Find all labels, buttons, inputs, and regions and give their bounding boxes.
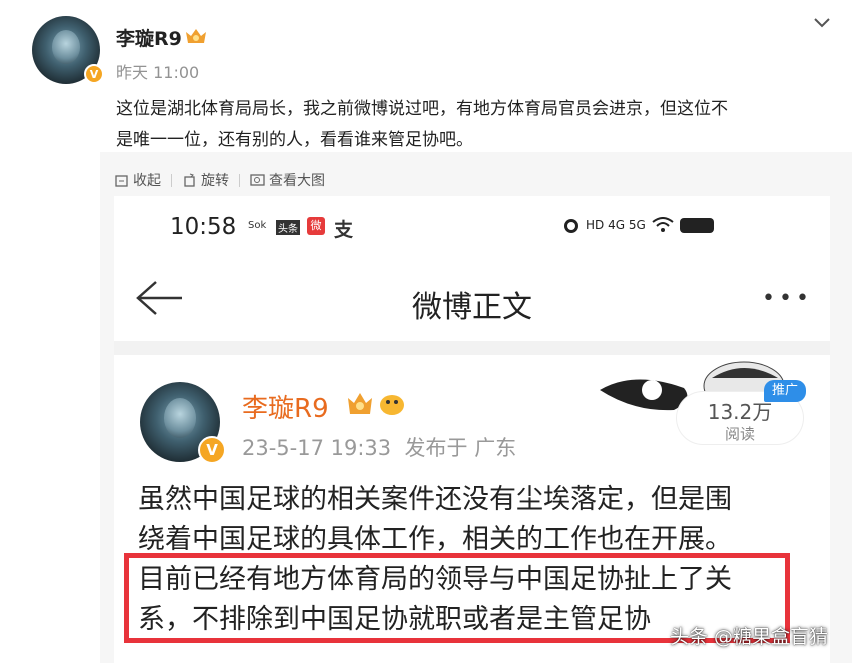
watermark: 头条 @糖果盒盲猜 (670, 626, 829, 648)
post-time: 23-5-17 19:33 (242, 436, 392, 460)
collapse-label: 收起 (133, 173, 161, 189)
post-datetime: 23-5-17 19:33 发布于 广东 (242, 432, 516, 462)
view-large-label: 查看大图 (269, 173, 325, 189)
post-author-avatar[interactable]: V (140, 382, 226, 464)
promote-button[interactable]: 推广 (764, 380, 806, 402)
post-location: 发布于 广东 (404, 436, 517, 460)
chevron-down-icon[interactable] (812, 16, 832, 30)
avatar-image (52, 30, 80, 64)
status-right-icons: HD 4G 5G (562, 216, 714, 234)
verified-badge-icon: V (84, 64, 104, 84)
avatar-image (164, 398, 196, 438)
status-icon-alipay: 支 (334, 219, 354, 241)
divider (171, 173, 172, 187)
view-large-button[interactable]: 查看大图 (250, 170, 325, 190)
status-icon-weibo: 微 (307, 217, 325, 235)
battery-icon (679, 217, 714, 233)
collapse-button[interactable]: 收起 (114, 170, 161, 190)
status-icon-toutiao: 头条 (276, 220, 300, 235)
alarm-icon (564, 219, 578, 233)
collapse-icon (115, 174, 128, 187)
read-label: 阅读 (724, 425, 755, 443)
verified-badge-icon: V (198, 436, 226, 464)
fan-badge-icon (186, 29, 206, 43)
fan-badge-icon (348, 393, 404, 415)
rotate-icon (184, 173, 195, 187)
status-icon-sok: Sok (248, 220, 267, 231)
embedded-screenshot[interactable]: 10:58 Sok 头条 微 支 HD 4G 5G 微博正文 ••• V 李璇R… (114, 196, 830, 663)
nav-title: 微博正文 (412, 290, 532, 325)
divider (239, 173, 240, 187)
divider-strip (114, 341, 830, 355)
rotate-label: 旋转 (201, 173, 229, 189)
post-text: 这位是湖北体育局局长，我之前微博说过吧，有地方体育局官员会进京，但这位不 是唯一… (116, 94, 846, 156)
author-avatar[interactable]: V (32, 16, 104, 84)
post-author-name[interactable]: 李璇R9 (242, 388, 329, 425)
author-name[interactable]: 李璇R9 (116, 24, 182, 51)
status-time: 10:58 (170, 214, 237, 240)
wifi-icon (652, 217, 674, 232)
nav-bar: 微博正文 ••• (114, 258, 830, 336)
image-toolbar: 收起 旋转 查看大图 (114, 170, 325, 190)
view-large-icon (250, 173, 265, 186)
rotate-button[interactable]: 旋转 (182, 170, 229, 190)
network-indicators: HD 4G 5G (586, 218, 646, 232)
post-text-line: 这位是湖北体育局局长，我之前微博说过吧，有地方体育局官员会进京，但这位不 (116, 99, 728, 119)
post-time: 昨天 11:00 (116, 63, 200, 82)
post-body-line: 虽然中国足球的相关案件还没有尘埃落定，但是围 (138, 484, 732, 515)
more-menu-button[interactable]: ••• (762, 288, 813, 310)
